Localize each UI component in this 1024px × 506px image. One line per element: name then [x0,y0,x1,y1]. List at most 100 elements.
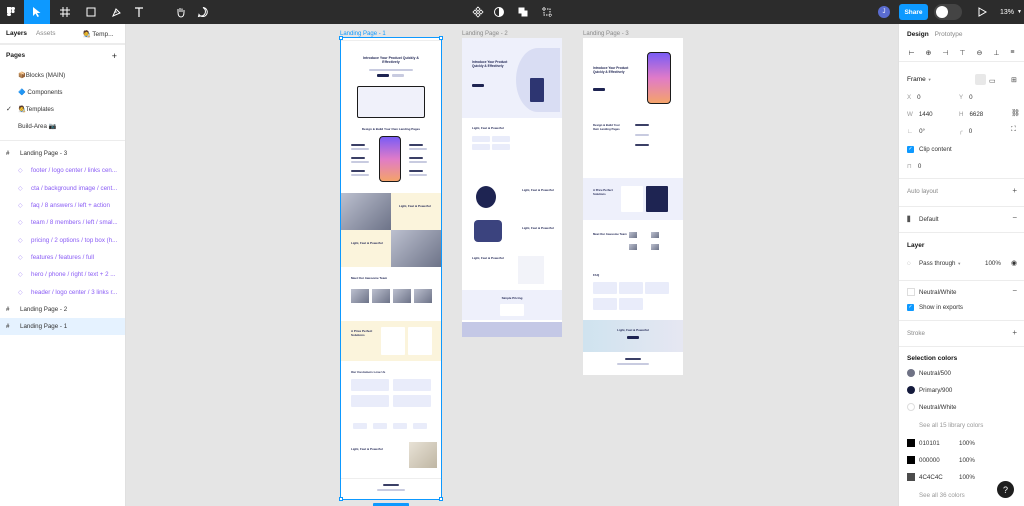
fill-swatch[interactable] [907,288,915,296]
frame-landing-page-1[interactable]: Introduce Your Product Quickly & Effecti… [340,37,442,500]
resize-handle[interactable] [339,36,343,40]
frame-title-lp1[interactable]: Landing Page - 1 [340,31,386,37]
color-hex[interactable]: 000000 [919,457,940,464]
blend-mode-select[interactable]: Pass through ▼ [919,260,961,267]
tab-design[interactable]: Design [907,31,929,38]
pen-tool-button[interactable] [106,0,128,24]
canvas[interactable]: Landing Page - 1 Landing Page - 2 Landin… [126,24,898,506]
page-item[interactable]: Build-Area 📷 [0,117,125,134]
page-item[interactable]: 🔷 Components [0,83,125,100]
color-swatch[interactable] [907,473,915,481]
frame-label[interactable]: Frame ▼ [907,76,932,83]
color-swatch[interactable] [907,386,915,394]
color-name[interactable]: Primary/900 [919,387,952,394]
corner-radius-field[interactable]: ╭ 0 [959,128,972,135]
dev-mode-toggle[interactable] [934,4,962,20]
x-field[interactable]: X0 [907,94,921,101]
layer-item-frame[interactable]: # Landing Page - 2 [0,301,125,318]
tab-assets[interactable]: Assets [36,30,56,37]
y-field[interactable]: Y0 [959,94,973,101]
layer-item-component[interactable]: ◇ footer / logo center / links cen... [0,162,125,179]
independent-corners-icon[interactable]: ⛶ [1011,126,1016,134]
color-swatch[interactable] [907,439,915,447]
color-hex[interactable]: 010101 [919,440,940,447]
add-stroke-icon[interactable]: + [1012,328,1017,337]
color-swatch[interactable] [907,369,915,377]
main-menu-button[interactable] [0,0,22,24]
layer-item-component[interactable]: ◇ faq / 8 answers / left + action [0,197,125,214]
color-opacity[interactable]: 100% [959,440,975,447]
color-opacity[interactable]: 100% [959,474,975,481]
height-field[interactable]: H 6628 [959,111,983,118]
remove-grid-icon[interactable]: − [1012,213,1017,222]
avatar[interactable]: J [878,6,890,18]
color-swatch[interactable] [907,456,915,464]
zoom-control[interactable]: 13% ▼ [1000,0,1022,24]
page-item[interactable]: ✓ 🧑‍🎨Templates [0,100,125,117]
color-name[interactable]: Neutral/500 [919,370,951,377]
help-button[interactable]: ? [997,481,1014,498]
layer-item-component[interactable]: ◇ cta / background image / cent... [0,180,125,197]
spacing-field[interactable]: ⊓ 0 [907,163,921,170]
boolean-ops-button[interactable] [514,0,532,24]
frame-title-lp2[interactable]: Landing Page - 2 [462,31,508,37]
tab-layers[interactable]: Layers [6,30,27,37]
page-item[interactable]: 📦Blocks (MAIN) [0,66,125,83]
frame-tool-button[interactable] [54,0,76,24]
align-center-h-icon[interactable]: ⊕ [926,49,932,57]
remove-fill-icon[interactable]: − [1012,286,1017,295]
width-field[interactable]: W 1440 [907,111,933,118]
project-selector[interactable]: 🧑‍🎨 Temp... [82,30,113,38]
see-library-colors-link[interactable]: See all 15 library colors [919,422,983,429]
present-button[interactable] [972,0,992,24]
layer-item-frame[interactable]: # Landing Page - 3 [0,145,125,162]
layer-item-frame[interactable]: # Landing Page - 1 [0,317,125,336]
color-name[interactable]: Neutral/White [919,404,956,411]
align-left-icon[interactable]: ⊢ [908,49,914,57]
resize-handle[interactable] [339,497,343,501]
color-opacity[interactable]: 100% [959,457,975,464]
layer-item-component[interactable]: ◇ team / 8 members / left / smal... [0,214,125,231]
color-hex[interactable]: 4C4C4C [919,474,943,481]
color-swatch[interactable] [907,403,915,411]
layer-item-component[interactable]: ◇ hero / phone / right / text + 2 ... [0,266,125,283]
comment-tool-button[interactable] [194,0,212,24]
layer-item-component[interactable]: ◇ header / logo center / 3 links r... [0,283,125,300]
resize-to-fit-icon[interactable]: ⊞ [1011,76,1017,84]
portrait-icon[interactable] [975,74,986,85]
tab-prototype[interactable]: Prototype [935,31,963,38]
shape-tool-button[interactable] [80,0,102,24]
rotation-field[interactable]: ∟ 0° [907,128,925,135]
resize-handle[interactable] [439,36,443,40]
share-button[interactable]: Share [899,4,928,20]
layer-item-component[interactable]: ◇ pricing / 2 options / top box (h... [0,231,125,248]
distribute-icon[interactable]: ≡ [1010,49,1014,56]
crop-button[interactable] [540,0,554,24]
component-button[interactable] [470,0,486,24]
show-in-exports-checkbox[interactable]: ✓ [907,304,914,311]
frame-landing-page-2[interactable]: Introduce Your Product Quickly & Effecti… [462,38,562,337]
frame-title-lp3[interactable]: Landing Page - 3 [583,31,629,37]
layer-item-component[interactable]: ◇ features / features / full [0,249,125,266]
align-center-v-icon[interactable]: ⊖ [976,49,982,57]
resize-handle[interactable] [439,497,443,501]
add-page-icon[interactable]: + [112,51,117,61]
fill-name[interactable]: Neutral/White [919,289,956,296]
clip-content-checkbox[interactable]: ✓ [907,146,914,153]
constrain-proportions-icon[interactable]: ⛓ [1011,109,1020,117]
align-bottom-icon[interactable]: ⊥ [993,49,999,57]
align-top-icon[interactable]: ⊤ [959,49,965,57]
move-tool-button[interactable] [24,0,50,24]
add-auto-layout-icon[interactable]: + [1012,186,1017,195]
align-right-icon[interactable]: ⊣ [942,49,948,57]
frame-landing-page-3[interactable]: Introduce Your Product Quickly & Effecti… [583,38,683,375]
mask-button[interactable] [491,0,507,24]
hand-tool-button[interactable] [172,0,190,24]
text-tool-button[interactable] [130,0,148,24]
layout-grid-label[interactable]: Default [919,216,939,223]
eye-icon[interactable]: ◉ [1011,259,1017,267]
opacity-field[interactable]: 100% [985,260,1001,267]
see-all-colors-link[interactable]: See all 36 colors [919,492,965,499]
landscape-icon[interactable]: ▭ [989,77,996,85]
page-label: 🔷 Components [18,88,63,96]
